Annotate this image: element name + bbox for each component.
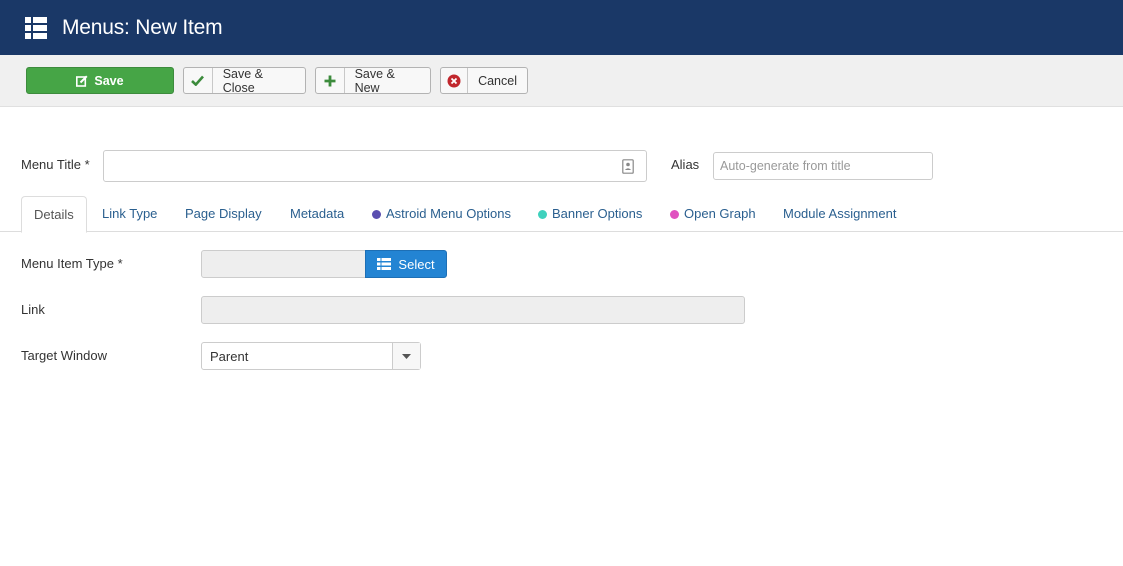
save-close-button[interactable]: Save & Close: [183, 66, 306, 95]
save-button-label: Save: [94, 73, 124, 88]
contact-card-icon: [622, 159, 634, 174]
link-field: [201, 296, 745, 324]
tab-open-graph[interactable]: Open Graph: [670, 196, 756, 232]
tab-metadata[interactable]: Metadata: [290, 196, 344, 232]
save-button[interactable]: Save: [26, 67, 174, 94]
tab-bar: Details Link Type Page Display Metadata …: [0, 196, 1123, 233]
link-label: Link: [21, 302, 45, 317]
target-window-select[interactable]: Parent: [201, 342, 421, 370]
list-icon: [25, 16, 47, 39]
save-new-label: Save & New: [354, 66, 395, 95]
tab-label: Details: [34, 206, 74, 222]
status-dot-icon: [670, 209, 679, 219]
page-header: Menus: New Item: [0, 0, 1123, 55]
tab-label: Astroid Menu Options: [386, 206, 512, 221]
tab-label: Metadata: [290, 206, 345, 221]
alias-input[interactable]: [713, 152, 933, 180]
check-icon: [184, 68, 213, 93]
tab-label: Open Graph: [684, 206, 756, 221]
select-button[interactable]: Select: [365, 250, 447, 278]
menu-item-type-field: [201, 250, 366, 278]
select-button-label: Select: [398, 256, 435, 272]
menu-title-input[interactable]: [103, 150, 647, 182]
tab-label: Module Assignment: [783, 206, 897, 221]
tab-details[interactable]: Details: [21, 196, 87, 233]
tab-label: Page Display: [185, 206, 262, 221]
tab-banner-options[interactable]: Banner Options: [538, 196, 642, 232]
save-new-button[interactable]: Save & New: [315, 66, 431, 95]
list-icon: [377, 258, 392, 270]
cancel-button[interactable]: Cancel: [440, 67, 528, 94]
cancel-circle-icon: [441, 68, 469, 93]
status-dot-icon: [372, 209, 381, 219]
alias-label: Alias: [671, 157, 700, 172]
cancel-label: Cancel: [478, 73, 517, 88]
tab-link-type[interactable]: Link Type: [102, 196, 157, 232]
menu-title-label: Menu Title *: [21, 157, 90, 172]
target-window-label: Target Window: [21, 348, 107, 363]
page-title: Menus: New Item: [62, 15, 223, 39]
tab-page-display[interactable]: Page Display: [185, 196, 262, 232]
menu-item-type-label: Menu Item Type *: [21, 256, 123, 271]
plus-icon: [316, 68, 345, 93]
tab-module-assignment[interactable]: Module Assignment: [783, 196, 896, 232]
tab-label: Banner Options: [552, 206, 643, 221]
tab-astroid-menu-options[interactable]: Astroid Menu Options: [372, 196, 511, 232]
toolbar: Save Save & Close Save & New Cancel: [0, 55, 1123, 107]
target-window-value: Parent: [210, 348, 249, 364]
tab-label: Link Type: [102, 206, 158, 221]
chevron-down-icon: [392, 343, 420, 369]
status-dot-icon: [538, 209, 547, 219]
edit-icon: [76, 74, 88, 87]
save-close-label: Save & Close: [222, 66, 263, 95]
